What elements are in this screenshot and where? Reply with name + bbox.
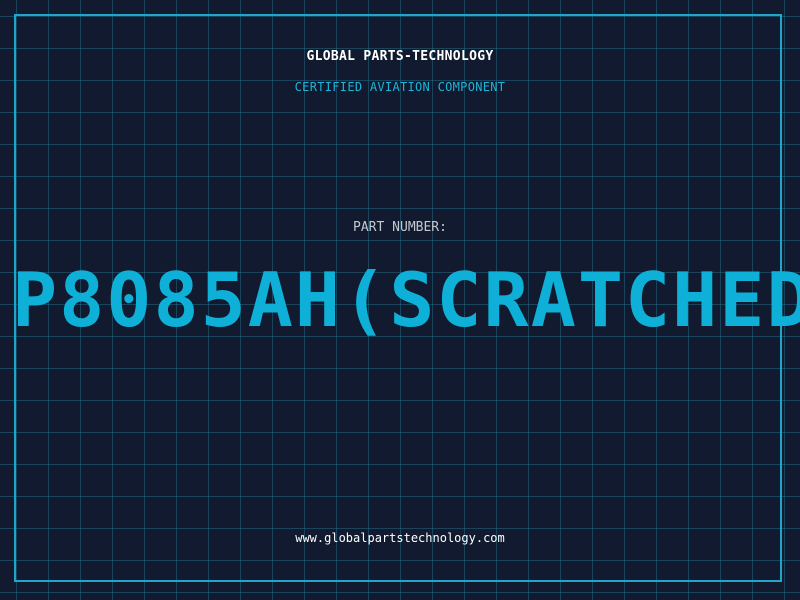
certification-subtitle: CERTIFIED AVIATION COMPONENT xyxy=(294,80,506,94)
website-url: www.globalpartstechnology.com xyxy=(295,531,505,545)
part-number-value: P8085AH(SCRATCHED xyxy=(12,256,800,344)
part-number-label: PART NUMBER: xyxy=(353,220,447,235)
label-screen: GLOBAL PARTS-TECHNOLOGY CERTIFIED AVIATI… xyxy=(0,0,800,600)
company-name: GLOBAL PARTS-TECHNOLOGY xyxy=(306,49,494,64)
